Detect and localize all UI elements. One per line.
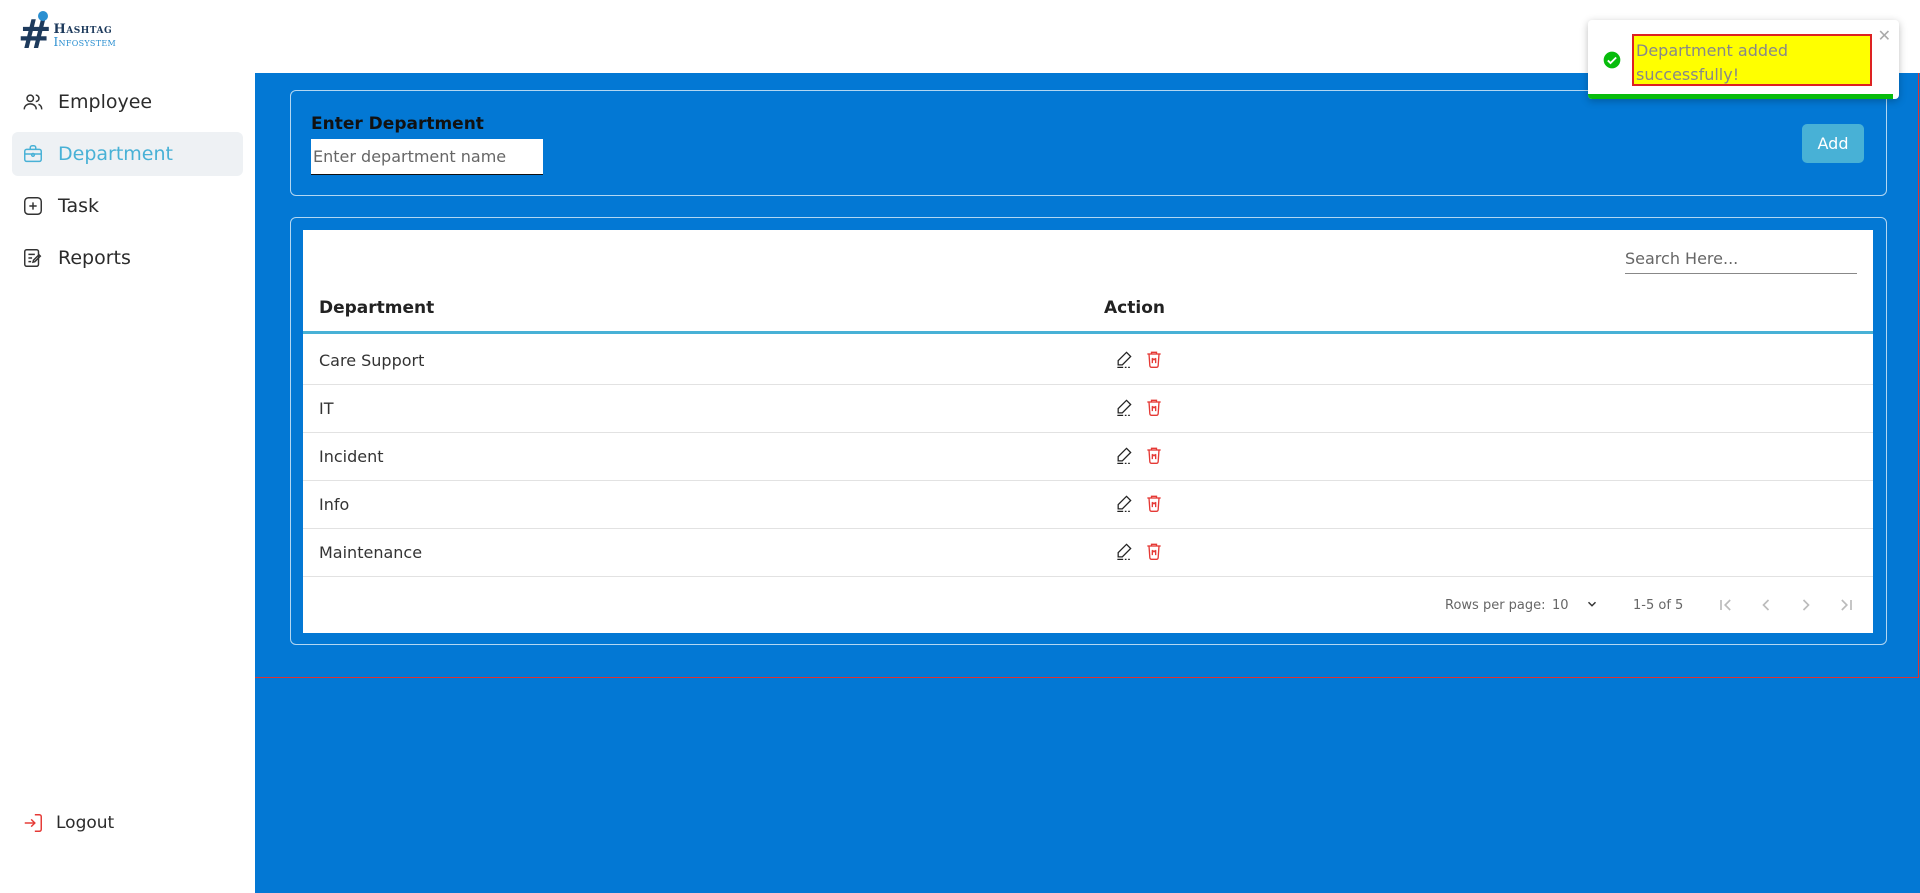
edit-icon[interactable] [1114,493,1134,513]
delete-icon[interactable] [1144,493,1164,513]
sidebar-item-label: Employee [58,91,153,113]
next-page-icon[interactable] [1796,595,1816,615]
brand-name-line2: Infosystem [53,34,116,49]
department-cell: Info [319,495,350,514]
toast-message: Department added successfully! [1632,34,1872,86]
search-input[interactable] [1625,244,1857,274]
delete-icon[interactable] [1144,445,1164,465]
briefcase-icon [22,143,44,165]
logout-label: Logout [56,813,115,833]
sidebar-item-department[interactable]: Department [12,132,243,176]
rows-per-page-select[interactable]: 10 [1552,598,1569,613]
department-name-input[interactable] [311,139,543,175]
toast-progress-bar [1588,94,1893,99]
edit-icon[interactable] [1114,397,1134,417]
pagination-bar: Rows per page: 10 1-5 of 5 [303,585,1873,625]
delete-icon[interactable] [1144,397,1164,417]
sidebar-item-task[interactable]: Task [12,184,243,228]
users-icon [22,91,44,113]
success-toast: Department added successfully! ✕ [1588,20,1899,99]
department-cell: Care Support [319,351,425,370]
plus-square-icon [22,195,44,217]
brand-name-line1: Hashtag [53,21,113,37]
table-row: IT [303,385,1873,433]
edit-icon[interactable] [1114,541,1134,561]
check-circle-icon [1602,50,1622,70]
chevron-down-icon[interactable] [1585,597,1599,611]
rows-per-page-label: Rows per page: [1445,598,1546,613]
column-header-action: Action [1104,298,1165,318]
close-icon[interactable]: ✕ [1878,26,1891,45]
edit-icon[interactable] [1114,349,1134,369]
sidebar-item-reports[interactable]: Reports [12,236,243,280]
last-page-icon[interactable] [1836,595,1856,615]
table-row: Maintenance [303,529,1873,577]
add-department-button[interactable]: Add [1802,124,1864,163]
sidebar-item-label: Task [58,195,100,217]
sidebar-item-label: Reports [58,247,131,269]
table-header: Department Action [303,284,1873,334]
report-edit-icon [22,247,44,269]
column-header-department[interactable]: Department [319,298,434,318]
pagination-range: 1-5 of 5 [1633,598,1684,613]
sidebar-item-label: Department [58,143,173,165]
delete-icon[interactable] [1144,349,1164,369]
table-row: Care Support [303,337,1873,385]
department-cell: Maintenance [319,543,423,562]
logout-icon [22,812,44,834]
department-cell: Incident [319,447,384,466]
table-row: Incident [303,433,1873,481]
logout-button[interactable]: Logout [22,812,114,834]
sidebar-item-employee[interactable]: Employee [12,80,243,124]
brand-logo: # Hashtag Infosystem [18,11,158,58]
delete-icon[interactable] [1144,541,1164,561]
department-input-label: Enter Department [311,114,484,134]
department-cell: IT [319,399,334,418]
edit-icon[interactable] [1114,445,1134,465]
table-row: Info [303,481,1873,529]
first-page-icon[interactable] [1716,595,1736,615]
previous-page-icon[interactable] [1756,595,1776,615]
hashtag-logo-icon: # [18,11,52,58]
